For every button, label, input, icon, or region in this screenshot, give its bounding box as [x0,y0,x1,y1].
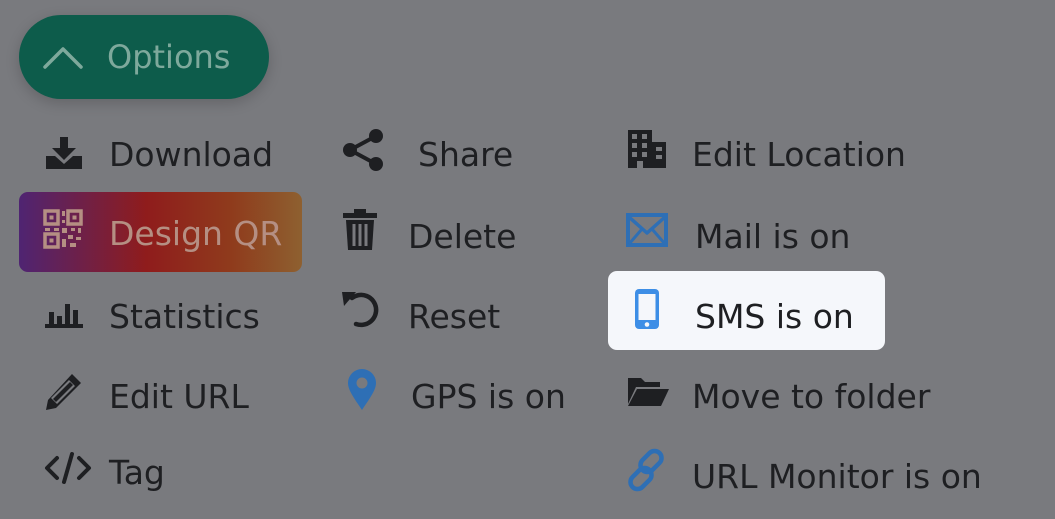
envelope-icon [626,213,668,247]
undo-icon [340,288,384,330]
menu-item-label: Download [109,135,274,174]
options-toggle-button[interactable]: Options [19,15,269,99]
menu-item-gps[interactable]: GPS is on [330,356,580,434]
menu-item-label: Share [418,135,514,174]
building-icon [626,128,668,170]
menu-item-label: Mail is on [695,217,851,256]
menu-item-label: Statistics [109,297,260,336]
menu-item-label: Edit Location [692,135,906,174]
menu-item-url-monitor[interactable]: URL Monitor is on [608,436,1008,514]
menu-item-label: Reset [408,297,501,336]
menu-item-label: URL Monitor is on [692,457,982,496]
menu-item-download[interactable]: Download [19,116,299,194]
code-icon [43,452,93,484]
menu-item-label: SMS is on [695,297,854,336]
menu-item-share[interactable]: Share [330,116,580,194]
download-tray-icon [43,136,85,176]
menu-item-statistics[interactable]: Statistics [19,276,299,354]
mobile-phone-icon [634,288,660,330]
pencil-icon [43,372,83,412]
menu-item-delete[interactable]: Delete [330,196,580,274]
menu-item-move-to-folder[interactable]: Move to folder [608,356,1008,434]
menu-item-sms[interactable]: SMS is on [608,271,885,350]
share-icon [340,128,386,172]
menu-item-label: Move to folder [692,377,931,416]
map-pin-icon [346,368,378,412]
bar-chart-icon [43,296,85,330]
chevron-up-icon [43,47,83,69]
menu-item-tag[interactable]: Tag [19,432,299,510]
menu-item-edit-location[interactable]: Edit Location [608,116,1008,194]
menu-item-mail[interactable]: Mail is on [608,196,1008,274]
menu-item-label: Delete [408,217,517,256]
menu-item-label: Tag [109,453,165,492]
menu-item-design-qr[interactable]: Design QR [19,192,302,272]
options-label: Options [107,38,231,76]
menu-item-label: Edit URL [109,377,249,416]
qr-code-icon [43,209,83,249]
trash-icon [342,208,378,252]
menu-item-label: Design QR [109,214,283,253]
menu-item-reset[interactable]: Reset [330,276,580,354]
menu-item-label: GPS is on [411,377,566,416]
folder-open-icon [626,374,670,408]
link-icon [624,448,668,492]
menu-item-edit-url[interactable]: Edit URL [19,356,299,434]
